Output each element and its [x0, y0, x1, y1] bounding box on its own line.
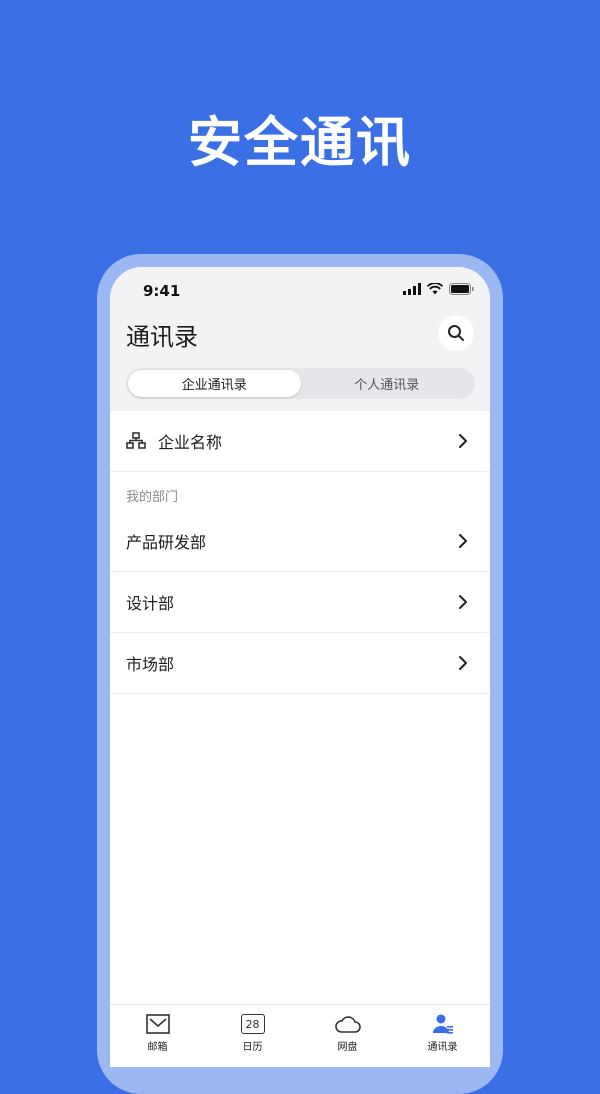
hero-title: 安全通讯	[188, 111, 412, 174]
tab-calendar[interactable]: 28 日历	[205, 1005, 300, 1067]
tab-mail-label: 邮箱	[147, 1042, 168, 1053]
tab-personal-contacts[interactable]: 个人通讯录	[301, 370, 474, 397]
chevron-right-icon	[459, 595, 467, 609]
org-chart-icon	[126, 432, 146, 449]
signal-icon	[403, 283, 421, 295]
status-time: 9:41	[143, 282, 181, 300]
department-label: 产品研发部	[126, 533, 207, 552]
chevron-right-icon	[459, 534, 467, 548]
page-title: 通讯录	[126, 323, 198, 351]
calendar-icon: 28	[240, 1014, 265, 1034]
department-row[interactable]: 市场部	[110, 633, 490, 694]
tab-mail[interactable]: 邮箱	[110, 1005, 205, 1067]
search-button[interactable]	[438, 315, 474, 351]
contacts-segment: 企业通讯录 个人通讯录	[126, 368, 475, 399]
department-row[interactable]: 设计部	[110, 572, 490, 633]
chevron-right-icon	[459, 656, 467, 670]
department-label: 设计部	[126, 594, 175, 613]
mail-icon	[145, 1014, 170, 1034]
tab-contacts[interactable]: 通讯录	[395, 1005, 490, 1067]
contacts-icon	[432, 1014, 453, 1034]
header: 通讯录	[110, 313, 490, 367]
tab-calendar-label: 日历	[242, 1042, 263, 1053]
bottom-tab-bar: 邮箱 28 日历 网盘 通讯录	[110, 1004, 490, 1067]
company-row[interactable]: 企业名称	[110, 411, 490, 472]
status-icons	[403, 283, 474, 295]
department-row[interactable]: 产品研发部	[110, 511, 490, 572]
tab-cloud-drive-label: 网盘	[337, 1042, 358, 1053]
tab-cloud-drive[interactable]: 网盘	[300, 1005, 395, 1067]
top-area: 9:41 通讯录 企业通讯录 个人通讯录	[110, 267, 490, 411]
chevron-right-icon	[459, 434, 467, 448]
my-departments-label: 我的部门	[126, 490, 179, 505]
department-label: 市场部	[126, 655, 175, 674]
search-icon	[448, 325, 464, 341]
status-bar: 9:41	[110, 267, 490, 313]
wifi-icon	[427, 283, 443, 295]
tab-enterprise-contacts[interactable]: 企业通讯录	[128, 370, 301, 397]
battery-icon	[449, 283, 474, 295]
tab-contacts-label: 通讯录	[427, 1042, 458, 1053]
cloud-icon	[334, 1016, 361, 1033]
phone-screen: 9:41 通讯录 企业通讯录 个人通讯录 企业名称 我的部门 产品研发部 设计部…	[110, 267, 490, 1067]
company-label: 企业名称	[158, 433, 223, 452]
